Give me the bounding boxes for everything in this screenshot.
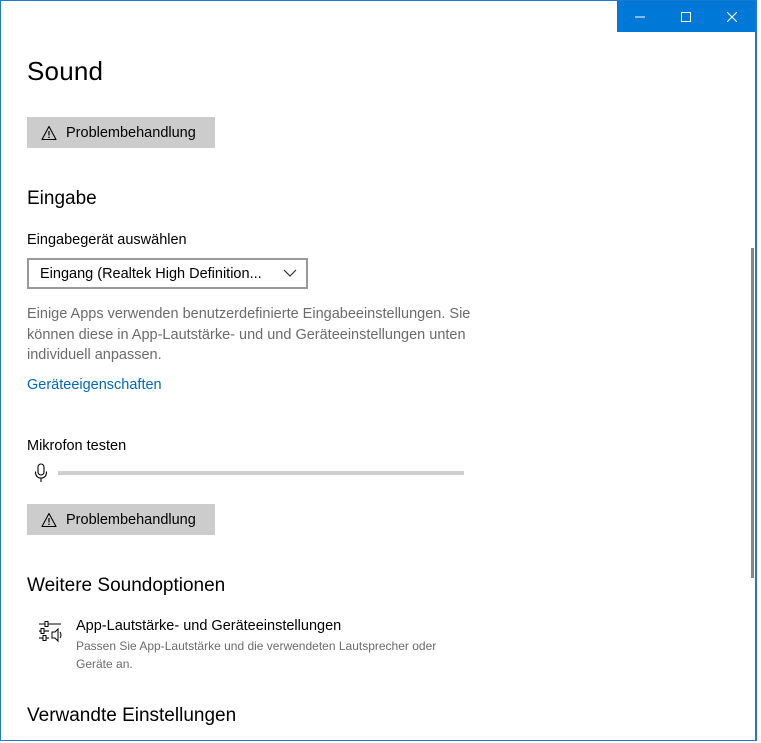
input-device-dropdown[interactable]: Eingang (Realtek High Definition... <box>27 258 308 289</box>
settings-window: Sound Problembehandlung Eingabe Eingabeg… <box>0 0 757 741</box>
device-properties-link[interactable]: Geräteeigenschaften <box>27 377 162 393</box>
troubleshoot-button-top[interactable]: Problembehandlung <box>27 117 215 148</box>
microphone-icon <box>34 463 48 482</box>
chevron-down-icon <box>283 269 297 277</box>
app-volume-icon <box>39 621 62 643</box>
window-controls <box>617 1 755 32</box>
warning-icon <box>41 125 57 140</box>
close-button[interactable] <box>709 1 755 32</box>
mic-level-meter <box>58 471 464 475</box>
input-section-title: Eingabe <box>27 188 97 209</box>
maximize-icon <box>681 11 691 22</box>
input-description: Einige Apps verwenden benutzerdefinierte… <box>27 306 471 363</box>
app-volume-device-settings-item[interactable]: App-Lautstärke- und Geräteeinstellungen … <box>37 618 477 674</box>
related-settings-title: Verwandte Einstellungen <box>27 705 237 726</box>
troubleshoot-button-label: Problembehandlung <box>66 124 196 141</box>
vertical-scrollbar[interactable] <box>751 32 755 740</box>
input-device-label: Eingabegerät auswählen <box>27 232 187 248</box>
maximize-button[interactable] <box>663 1 709 32</box>
page-title: Sound <box>27 56 104 86</box>
warning-icon <box>41 512 57 527</box>
troubleshoot-button-input[interactable]: Problembehandlung <box>27 504 215 535</box>
input-device-selected: Eingang (Realtek High Definition... <box>40 265 262 282</box>
close-icon <box>727 11 737 22</box>
more-sound-options-title: Weitere Soundoptionen <box>27 575 226 596</box>
scrollbar-thumb[interactable] <box>751 248 754 578</box>
app-volume-item-description: Passen Sie App-Lautstärke und die verwen… <box>76 639 437 671</box>
mic-test-label: Mikrofon testen <box>27 438 127 454</box>
app-volume-item-title: App-Lautstärke- und Geräteeinstellungen <box>76 618 342 634</box>
troubleshoot-button-label: Problembehandlung <box>66 511 196 528</box>
minimize-button[interactable] <box>617 1 663 32</box>
minimize-icon <box>635 16 645 17</box>
